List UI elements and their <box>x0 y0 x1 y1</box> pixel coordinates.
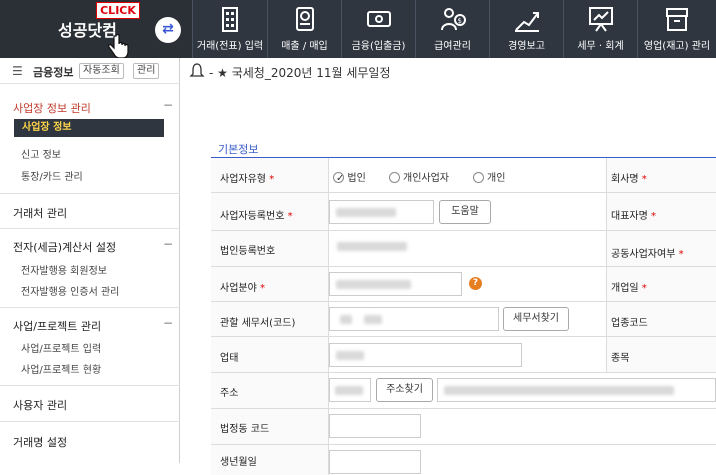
joint-business-label: 공동사업자여부 * <box>606 231 716 266</box>
menu-label: 급여관리 <box>434 41 471 52</box>
main-content: - ★ 국세청_2020년 11월 세무일정 기본정보 사업자유형 * ✓ 법인 … <box>181 58 716 475</box>
menu-label: 금융(입출금) <box>351 41 406 52</box>
representative-label: 대표자명 * <box>606 193 716 230</box>
box-icon <box>666 8 688 31</box>
collapse-icon[interactable]: − <box>163 237 173 251</box>
sidebar-item-project-status[interactable]: 사업/프로젝트 현황 <box>21 361 101 376</box>
item-label: 종목 <box>606 337 716 372</box>
list-icon: ☰ <box>12 64 23 78</box>
sidebar-section-title[interactable]: 거래명 설정 <box>13 434 67 450</box>
menu-label: 영업(재고) 관리 <box>643 41 711 52</box>
money-icon <box>366 11 391 27</box>
address-input[interactable] <box>437 378 716 402</box>
tax-office-input[interactable] <box>329 307 499 331</box>
birth-input[interactable] <box>329 450 421 474</box>
tax-office-label: 관할 세무서(코드) <box>211 302 329 336</box>
business-type-label: 사업자유형 * <box>211 158 329 192</box>
sidebar-section-title[interactable]: 사업/프로젝트 관리 <box>13 318 101 334</box>
find-address-button[interactable]: 주소찾기 <box>376 378 433 402</box>
help-button[interactable]: 도움말 <box>439 200 491 224</box>
form-row-business-type: 사업자유형 * ✓ 법인 개인사업자 개인 회사명 * <box>211 158 716 193</box>
bell-icon[interactable] <box>189 63 205 79</box>
menu-tax-accounting[interactable]: 세무 · 회계 <box>563 0 637 58</box>
find-tax-office-button[interactable]: 세무서찾기 <box>503 307 569 331</box>
address-label: 주소 <box>211 373 329 408</box>
corp-number-value <box>329 235 454 259</box>
svg-text:$: $ <box>457 17 461 25</box>
form-row-business-field: 사업분야 * ? 개업일 * <box>211 267 716 302</box>
menu-management-report[interactable]: 경영보고 <box>489 0 563 58</box>
birth-label: 생년월일 <box>211 445 329 475</box>
sidebar-section-title[interactable]: 거래처 관리 <box>13 205 67 221</box>
auto-lookup-button[interactable]: 자동조회 <box>79 63 124 79</box>
radio-individual-business[interactable]: 개인사업자 <box>389 169 449 184</box>
sidebar-item-business-info[interactable]: 사업장 정보 <box>14 119 164 137</box>
menu-finance[interactable]: 금융(입출금) <box>341 0 415 58</box>
reg-number-input[interactable] <box>329 200 434 224</box>
hand-cursor-icon <box>108 34 129 59</box>
form-row-reg-number: 사업자등록번호 * 도움말 대표자명 * <box>211 193 716 231</box>
question-icon[interactable]: ? <box>469 277 482 290</box>
presentation-icon <box>588 7 613 32</box>
sidebar-section-business: 사업장 정보 관리 − 사업장 정보 신고 정보 통장/카드 관리 <box>0 84 180 194</box>
form-row-address: 주소 주소찾기 <box>211 373 716 409</box>
menu-sales-inventory[interactable]: 영업(재고) 관리 <box>637 0 716 58</box>
form-row-category: 업태 종목 <box>211 337 716 373</box>
form-row-birth: 생년월일 <box>211 445 716 475</box>
menu-label: 경영보고 <box>508 41 545 52</box>
sidebar-section-project: 사업/프로젝트 관리 − 사업/프로젝트 입력 사업/프로젝트 현황 <box>0 308 180 386</box>
menu-label: 세무 · 회계 <box>577 41 624 52</box>
sidebar-title: 금융정보 <box>33 66 74 79</box>
menu-label: 거래(전표) 입력 <box>196 41 264 52</box>
corp-number-label: 법인등록번호 <box>211 231 329 266</box>
form-row-corp-number: 법인등록번호 공동사업자여부 * <box>211 231 716 267</box>
sidebar-section-title[interactable]: 사용자 관리 <box>13 397 67 413</box>
person-coin-icon: $ <box>440 8 466 31</box>
sidebar-item-project-input[interactable]: 사업/프로젝트 입력 <box>21 340 101 355</box>
business-field-label: 사업분야 * <box>211 267 329 301</box>
sidebar-item-certificate[interactable]: 전자발행용 인증서 관리 <box>21 283 119 298</box>
sidebar-item-account-card[interactable]: 통장/카드 관리 <box>21 168 83 183</box>
menu-transaction-entry[interactable]: 거래(전표) 입력 <box>192 0 267 58</box>
manage-button[interactable]: 관리 <box>133 63 160 79</box>
menu-payroll[interactable]: $ 급여관리 <box>415 0 489 58</box>
tax-schedule-notice[interactable]: - ★ 국세청_2020년 11월 세무일정 <box>209 64 391 81</box>
switch-company-button[interactable]: ⇄ <box>155 17 181 43</box>
sidebar-header: ☰ 금융정보 자동조회 관리 <box>0 58 180 84</box>
reg-number-label: 사업자등록번호 * <box>211 193 329 230</box>
sidebar-section-tx-name: 거래명 설정 <box>0 422 180 463</box>
collapse-icon[interactable]: − <box>163 98 173 112</box>
form-row-legal-code: 법정동 코드 <box>211 409 716 445</box>
radio-individual[interactable]: 개인 <box>473 169 505 184</box>
menu-sales-purchase[interactable]: 매출 / 매입 <box>267 0 341 58</box>
category-label: 업태 <box>211 337 329 372</box>
zipcode-input[interactable] <box>329 378 371 402</box>
legal-code-input[interactable] <box>329 414 421 438</box>
top-navigation-bar: 성공닷컴 CLICK ⇄ 거래(전표) 입력 매출 / 매입 금융(입출금) $… <box>0 0 716 59</box>
business-field-input[interactable] <box>329 272 462 296</box>
category-input[interactable] <box>329 343 522 367</box>
collapse-icon[interactable]: − <box>163 316 173 330</box>
industry-code-label: 업종코드 <box>606 302 716 336</box>
sidebar-section-title[interactable]: 사업장 정보 관리 <box>13 100 91 116</box>
section-title: 기본정보 <box>218 143 259 156</box>
sidebar-section-users: 사용자 관리 <box>0 386 180 422</box>
menu-label: 매출 / 매입 <box>281 41 328 52</box>
click-badge: CLICK <box>96 2 140 19</box>
form-row-tax-office: 관할 세무서(코드) 세무서찾기 업종코드 <box>211 302 716 337</box>
brand-area[interactable]: 성공닷컴 CLICK ⇄ <box>0 0 192 59</box>
sidebar-item-member-info[interactable]: 전자발행용 회원정보 <box>21 262 107 277</box>
sidebar-section-e-invoice: 전자(세금)계산서 설정 − 전자발행용 회원정보 전자발행용 인증서 관리 <box>0 229 180 308</box>
growth-chart-icon <box>514 12 539 32</box>
sidebar-section-clients: 거래처 관리 <box>0 194 180 229</box>
legal-code-label: 법정동 코드 <box>211 409 329 444</box>
sidebar-item-report-info[interactable]: 신고 정보 <box>21 146 61 161</box>
company-name-label: 회사명 * <box>606 158 716 192</box>
sidebar: ☰ 금융정보 자동조회 관리 사업장 정보 관리 − 사업장 정보 신고 정보 … <box>0 58 180 463</box>
report-icon <box>295 7 314 31</box>
building-icon <box>222 7 238 32</box>
sidebar-section-title[interactable]: 전자(세금)계산서 설정 <box>13 239 116 255</box>
open-date-label: 개업일 * <box>606 267 716 301</box>
radio-corporation[interactable]: ✓ 법인 <box>333 169 366 184</box>
